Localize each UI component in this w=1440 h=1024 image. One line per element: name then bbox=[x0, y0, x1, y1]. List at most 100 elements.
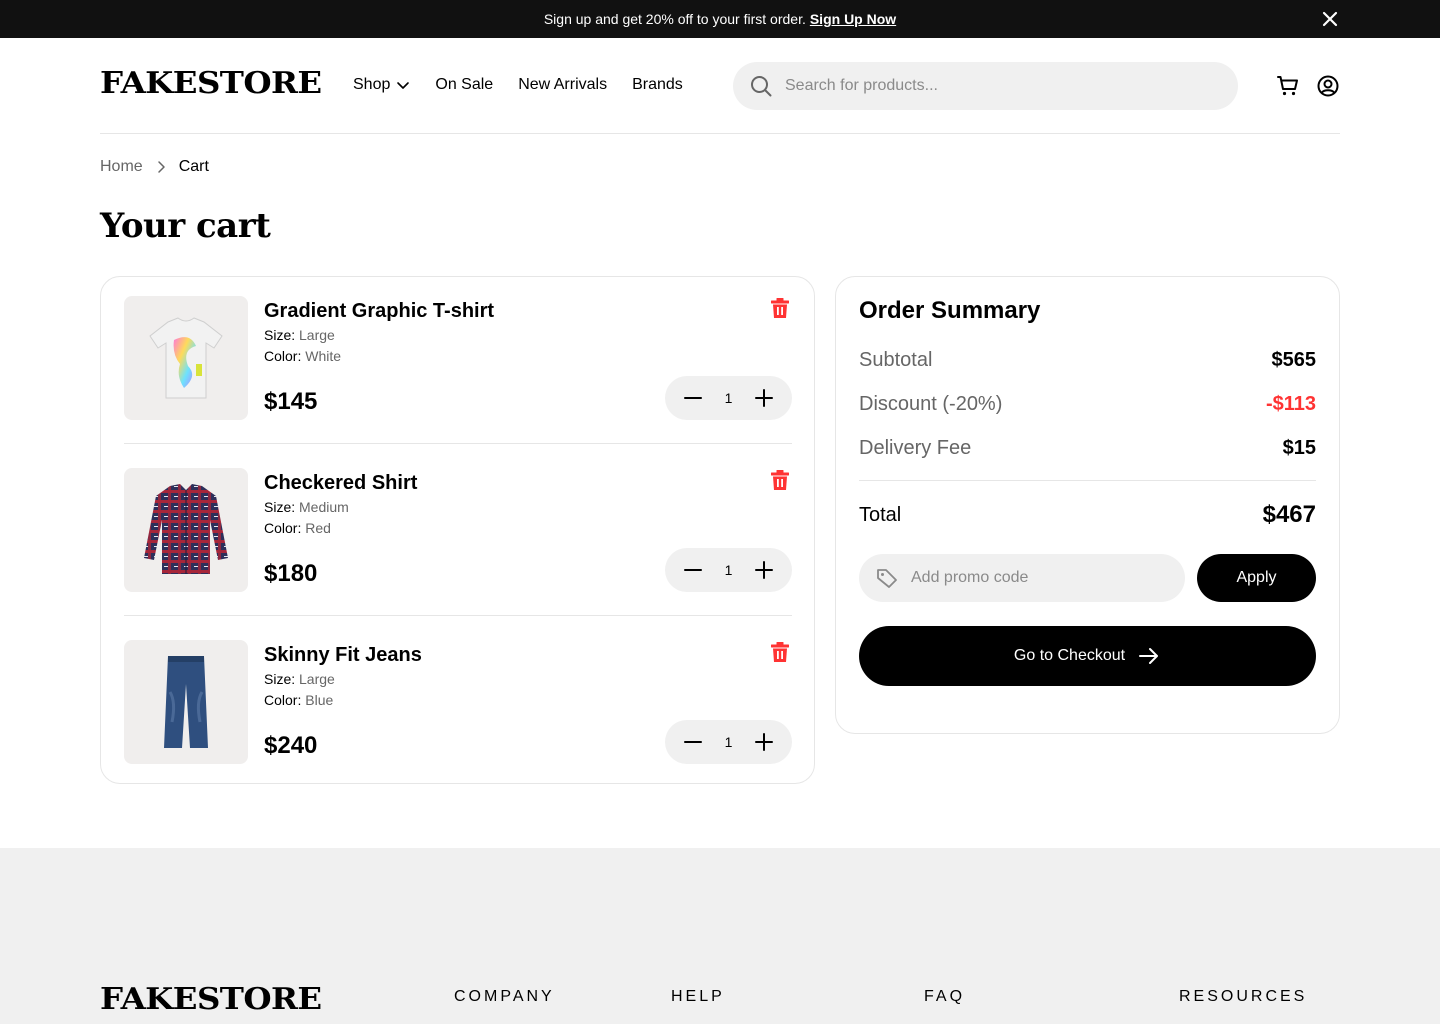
nav-item-new-arrivals[interactable]: New Arrivals bbox=[518, 76, 607, 94]
breadcrumb: Home Cart bbox=[100, 158, 209, 176]
cart-item: Gradient Graphic T-shirt Size: Large Col… bbox=[124, 296, 792, 420]
product-thumbnail[interactable] bbox=[124, 640, 248, 764]
order-summary-panel: Order Summary Subtotal $565 Discount (-2… bbox=[835, 276, 1340, 734]
promo-code-field bbox=[859, 554, 1185, 602]
site-header: FAKESTORE Shop On Sale New Arrivals Bran… bbox=[100, 38, 1340, 134]
trash-icon[interactable] bbox=[768, 296, 792, 320]
product-thumbnail[interactable] bbox=[124, 468, 248, 592]
color-value: Red bbox=[305, 520, 331, 536]
total-value: $467 bbox=[1262, 501, 1316, 528]
main-nav: Shop On Sale New Arrivals Brands bbox=[353, 76, 708, 94]
product-price: $145 bbox=[264, 388, 318, 415]
plus-icon[interactable] bbox=[754, 388, 774, 408]
product-name[interactable]: Checkered Shirt bbox=[264, 472, 417, 495]
subtotal-label: Subtotal bbox=[859, 349, 933, 371]
page-title: Your cart bbox=[100, 206, 271, 246]
cart-item: Skinny Fit Jeans Size: Large Color: Blue… bbox=[124, 640, 792, 764]
summary-divider bbox=[859, 480, 1316, 481]
minus-icon[interactable] bbox=[683, 560, 703, 580]
delivery-fee-row: Delivery Fee $15 bbox=[859, 437, 1316, 460]
quantity-value: 1 bbox=[724, 562, 733, 578]
delivery-fee-label: Delivery Fee bbox=[859, 437, 972, 459]
product-size: Size: Medium bbox=[264, 499, 349, 515]
checkout-label: Go to Checkout bbox=[1013, 647, 1126, 664]
chevron-right-icon bbox=[157, 161, 165, 173]
color-label: Color: bbox=[264, 520, 302, 536]
plus-icon[interactable] bbox=[754, 732, 774, 752]
user-account-icon[interactable] bbox=[1316, 74, 1340, 98]
product-price: $180 bbox=[264, 560, 318, 587]
product-name[interactable]: Gradient Graphic T-shirt bbox=[264, 300, 494, 323]
size-label: Size: bbox=[264, 499, 296, 515]
discount-row: Discount (-20%) -$113 bbox=[859, 393, 1316, 416]
jeans-icon bbox=[164, 656, 208, 748]
quantity-stepper: 1 bbox=[665, 376, 792, 420]
product-color: Color: Blue bbox=[264, 692, 333, 708]
footer-heading-resources: RESOURCES bbox=[1179, 988, 1308, 1005]
item-divider bbox=[124, 615, 792, 616]
color-label: Color: bbox=[264, 348, 302, 364]
product-color: Color: Red bbox=[264, 520, 331, 536]
breadcrumb-current: Cart bbox=[178, 158, 209, 175]
site-footer: FAKESTORE COMPANY HELP FAQ RESOURCES bbox=[0, 848, 1440, 1024]
trash-icon[interactable] bbox=[768, 640, 792, 664]
subtotal-row: Subtotal $565 bbox=[859, 349, 1316, 372]
color-value: White bbox=[305, 348, 342, 364]
minus-icon[interactable] bbox=[683, 732, 703, 752]
discount-value: -$113 bbox=[1265, 393, 1316, 415]
footer-heading-faq: FAQ bbox=[924, 988, 966, 1005]
apply-button[interactable]: Apply bbox=[1197, 554, 1316, 602]
color-value: Blue bbox=[305, 692, 334, 708]
delivery-fee-value: $15 bbox=[1282, 437, 1316, 459]
tag-icon bbox=[877, 569, 897, 588]
quantity-stepper: 1 bbox=[665, 548, 792, 592]
size-label: Size: bbox=[264, 327, 296, 343]
logo[interactable]: FAKESTORE bbox=[100, 66, 322, 101]
footer-heading-help: HELP bbox=[671, 988, 725, 1005]
product-size: Size: Large bbox=[264, 671, 335, 687]
product-thumbnail[interactable] bbox=[124, 296, 248, 420]
footer-logo[interactable]: FAKESTORE bbox=[100, 982, 322, 1017]
quantity-stepper: 1 bbox=[665, 720, 792, 764]
shirt-icon bbox=[144, 484, 228, 574]
size-value: Medium bbox=[299, 499, 349, 515]
quantity-value: 1 bbox=[724, 734, 733, 750]
size-label: Size: bbox=[264, 671, 296, 687]
footer-heading-company: COMPANY bbox=[454, 988, 555, 1005]
breadcrumb-home[interactable]: Home bbox=[100, 158, 143, 176]
chevron-down-icon bbox=[397, 82, 410, 89]
plus-icon[interactable] bbox=[754, 560, 774, 580]
banner-message: Sign up and get 20% off to your first or… bbox=[543, 11, 806, 27]
trash-icon[interactable] bbox=[768, 468, 792, 492]
nav-label-shop: Shop bbox=[353, 76, 391, 93]
cart-items-panel: Gradient Graphic T-shirt Size: Large Col… bbox=[100, 276, 815, 784]
size-value: Large bbox=[299, 671, 335, 687]
product-name[interactable]: Skinny Fit Jeans bbox=[264, 644, 422, 667]
sign-up-link[interactable]: Sign Up Now bbox=[810, 11, 896, 27]
quantity-value: 1 bbox=[724, 390, 733, 406]
product-price: $240 bbox=[264, 732, 318, 759]
cart-icon[interactable] bbox=[1276, 74, 1300, 98]
size-value: Large bbox=[299, 327, 335, 343]
tshirt-icon bbox=[149, 317, 223, 399]
total-label: Total bbox=[859, 503, 902, 526]
item-divider bbox=[124, 443, 792, 444]
cart-item: Checkered Shirt Size: Medium Color: Red … bbox=[124, 468, 792, 592]
nav-item-shop[interactable]: Shop bbox=[353, 76, 410, 94]
promo-banner: Sign up and get 20% off to your first or… bbox=[0, 0, 1440, 38]
product-size: Size: Large bbox=[264, 327, 335, 343]
search-icon bbox=[751, 76, 772, 97]
promo-code-input[interactable] bbox=[911, 569, 1171, 587]
close-icon[interactable] bbox=[1320, 9, 1340, 29]
product-color: Color: White bbox=[264, 348, 341, 364]
total-row: Total $467 bbox=[859, 501, 1316, 529]
minus-icon[interactable] bbox=[683, 388, 703, 408]
nav-item-brands[interactable]: Brands bbox=[632, 76, 683, 94]
nav-item-on-sale[interactable]: On Sale bbox=[435, 76, 493, 94]
discount-label: Discount (-20%) bbox=[859, 393, 1003, 415]
arrow-right-icon bbox=[1139, 648, 1159, 664]
search-bar bbox=[733, 62, 1238, 110]
subtotal-value: $565 bbox=[1271, 349, 1317, 371]
checkout-button[interactable]: Go to Checkout bbox=[859, 626, 1316, 686]
search-input[interactable] bbox=[785, 77, 1205, 95]
